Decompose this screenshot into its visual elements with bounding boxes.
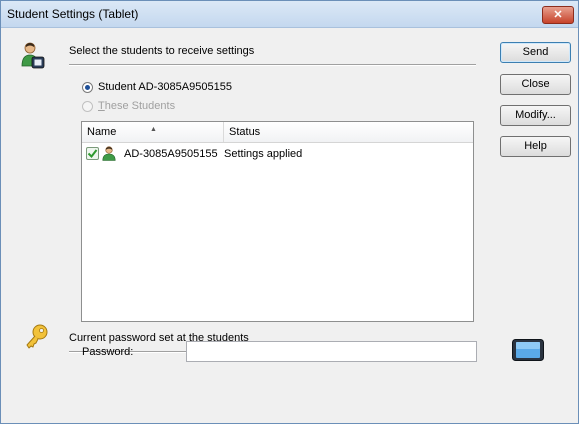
sort-ascending-icon: ▲ — [150, 126, 157, 133]
student-icon — [102, 146, 116, 161]
list-row[interactable]: AD-3085A9505155 Settings applied — [82, 144, 473, 164]
modify-button[interactable]: Modify... — [500, 105, 571, 126]
title-bar[interactable]: Student Settings (Tablet) ✕ — [1, 1, 578, 28]
students-icon — [21, 42, 45, 69]
dialog-footer — [1, 397, 578, 423]
student-list[interactable]: ▲ Name Status AD-3085A9505155 Settings a… — [81, 121, 474, 322]
window-title: Student Settings (Tablet) — [7, 7, 139, 21]
radio-label-single-student: Student AD-3085A9505155 — [98, 81, 232, 93]
window-close-button[interactable]: ✕ — [542, 6, 574, 24]
send-button[interactable]: Send — [500, 42, 571, 63]
radio-option-these-students[interactable]: These Students — [82, 100, 175, 112]
radio-button-selected[interactable] — [82, 81, 93, 93]
radio-label-these-students: These Students — [98, 100, 175, 112]
column-header-status[interactable]: Status — [224, 122, 473, 142]
radio-label-rest: hese Students — [104, 100, 176, 112]
receive-section-title: Select the students to receive settings — [69, 45, 255, 57]
row-status: Settings applied — [224, 148, 303, 160]
student-settings-dialog: Student Settings (Tablet) ✕ Select the s… — [0, 0, 579, 424]
receive-section-divider — [69, 64, 476, 66]
mnemonic-letter: T — [98, 100, 105, 112]
list-header: ▲ Name Status — [82, 122, 473, 143]
tablet-icon[interactable] — [512, 339, 544, 361]
password-label: Password: — [82, 346, 134, 358]
key-icon — [26, 324, 48, 349]
row-student-name: AD-3085A9505155 — [124, 148, 218, 160]
help-button[interactable]: Help — [500, 136, 571, 157]
radio-button-disabled[interactable] — [82, 100, 93, 112]
dialog-content: Select the students to receive settings … — [1, 28, 578, 397]
radio-option-single-student[interactable]: Student AD-3085A9505155 — [82, 81, 232, 93]
checkbox-checked-icon[interactable] — [86, 147, 99, 160]
password-input[interactable] — [186, 341, 477, 362]
close-button[interactable]: Close — [500, 74, 571, 95]
column-name-label: Name — [87, 126, 117, 138]
column-header-name[interactable]: ▲ Name — [82, 122, 224, 142]
column-status-label: Status — [229, 126, 261, 138]
